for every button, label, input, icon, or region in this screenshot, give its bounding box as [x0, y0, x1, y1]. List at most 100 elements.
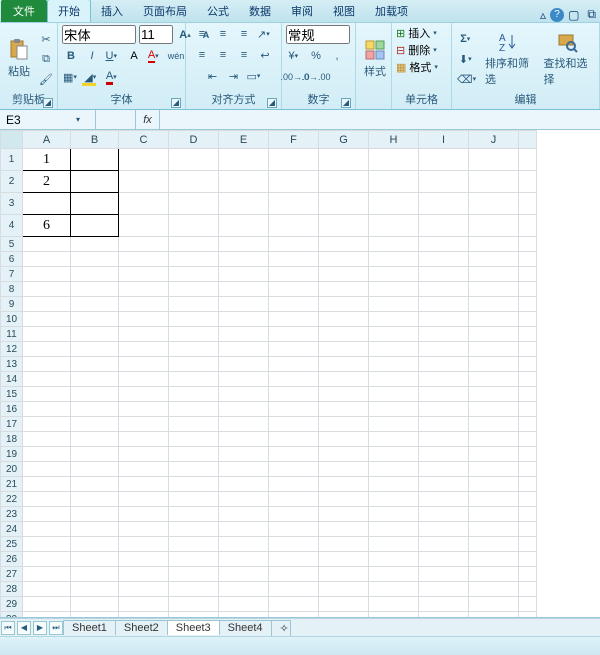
cell-D8[interactable] — [169, 282, 219, 297]
cell-D13[interactable] — [169, 357, 219, 372]
sheet-nav-next[interactable]: ▶ — [33, 621, 47, 635]
cell-A22[interactable] — [23, 492, 71, 507]
cell-J21[interactable] — [469, 477, 519, 492]
col-header-G[interactable]: G — [319, 131, 369, 149]
cell-F3[interactable] — [269, 193, 319, 215]
cell-G3[interactable] — [319, 193, 369, 215]
sheet-nav-first[interactable]: ⏮ — [1, 621, 15, 635]
cell-D11[interactable] — [169, 327, 219, 342]
cell-G1[interactable] — [319, 149, 369, 171]
cell-E22[interactable] — [219, 492, 269, 507]
cell-G13[interactable] — [319, 357, 369, 372]
bold-button[interactable]: B — [62, 47, 80, 65]
cell-J22[interactable] — [469, 492, 519, 507]
cell-I3[interactable] — [419, 193, 469, 215]
col-header-I[interactable]: I — [419, 131, 469, 149]
cell-A13[interactable] — [23, 357, 71, 372]
col-header-D[interactable]: D — [169, 131, 219, 149]
cell-G2[interactable] — [319, 171, 369, 193]
row-header-22[interactable]: 22 — [1, 492, 23, 507]
cell-J18[interactable] — [469, 432, 519, 447]
cell-F5[interactable] — [269, 237, 319, 252]
cell-C28[interactable] — [119, 582, 169, 597]
row-header-13[interactable]: 13 — [1, 357, 23, 372]
cell-H12[interactable] — [369, 342, 419, 357]
cell-C14[interactable] — [119, 372, 169, 387]
row-header-3[interactable]: 3 — [1, 193, 23, 215]
cell-J19[interactable] — [469, 447, 519, 462]
cell-H15[interactable] — [369, 387, 419, 402]
cell-I4[interactable] — [419, 215, 469, 237]
tab-home[interactable]: 开始 — [47, 0, 91, 22]
cell-E16[interactable] — [219, 402, 269, 417]
cell-A20[interactable] — [23, 462, 71, 477]
cell-D19[interactable] — [169, 447, 219, 462]
fill-color-button[interactable]: ◢▾ — [83, 68, 101, 86]
cell-D6[interactable] — [169, 252, 219, 267]
cell-F24[interactable] — [269, 522, 319, 537]
cell-A14[interactable] — [23, 372, 71, 387]
cell-I27[interactable] — [419, 567, 469, 582]
cell-G17[interactable] — [319, 417, 369, 432]
name-box-input[interactable] — [0, 113, 70, 127]
cell-D2[interactable] — [169, 171, 219, 193]
cell-D3[interactable] — [169, 193, 219, 215]
cell-D27[interactable] — [169, 567, 219, 582]
cell-E25[interactable] — [219, 537, 269, 552]
cell-B12[interactable] — [71, 342, 119, 357]
cell-J16[interactable] — [469, 402, 519, 417]
row-header-21[interactable]: 21 — [1, 477, 23, 492]
cell-B6[interactable] — [71, 252, 119, 267]
cell-F29[interactable] — [269, 597, 319, 612]
tab-formulas[interactable]: 公式 — [197, 0, 239, 22]
cell-G8[interactable] — [319, 282, 369, 297]
cell-B22[interactable] — [71, 492, 119, 507]
cell-J30[interactable] — [469, 612, 519, 619]
cell-A23[interactable] — [23, 507, 71, 522]
cell-E11[interactable] — [219, 327, 269, 342]
cell-C7[interactable] — [119, 267, 169, 282]
cell-F4[interactable] — [269, 215, 319, 237]
col-header-F[interactable]: F — [269, 131, 319, 149]
cell-C1[interactable] — [119, 149, 169, 171]
cell-F25[interactable] — [269, 537, 319, 552]
cell-D10[interactable] — [169, 312, 219, 327]
fx-icon[interactable]: fx — [136, 110, 160, 129]
cell-H18[interactable] — [369, 432, 419, 447]
cell-G7[interactable] — [319, 267, 369, 282]
cell-F22[interactable] — [269, 492, 319, 507]
cell-D26[interactable] — [169, 552, 219, 567]
worksheet-grid[interactable]: ABCDEFGHIJ112234656789101112131415161718… — [0, 130, 600, 618]
tab-data[interactable]: 数据 — [239, 0, 281, 22]
cell-F8[interactable] — [269, 282, 319, 297]
cell-I12[interactable] — [419, 342, 469, 357]
cell-G21[interactable] — [319, 477, 369, 492]
cell-E18[interactable] — [219, 432, 269, 447]
cell-J2[interactable] — [469, 171, 519, 193]
cell-I20[interactable] — [419, 462, 469, 477]
cell-A10[interactable] — [23, 312, 71, 327]
row-header-28[interactable]: 28 — [1, 582, 23, 597]
cell-E30[interactable] — [219, 612, 269, 619]
cell-D4[interactable] — [169, 215, 219, 237]
cell-J15[interactable] — [469, 387, 519, 402]
cell-G19[interactable] — [319, 447, 369, 462]
cell-E1[interactable] — [219, 149, 269, 171]
cell-E17[interactable] — [219, 417, 269, 432]
cell-I19[interactable] — [419, 447, 469, 462]
cell-C30[interactable] — [119, 612, 169, 619]
styles-button[interactable]: 样式 — [360, 37, 390, 81]
orientation-button[interactable]: ↗▾ — [256, 25, 274, 43]
cell-D7[interactable] — [169, 267, 219, 282]
cell-H9[interactable] — [369, 297, 419, 312]
fill-button[interactable]: ⬇▾ — [456, 50, 478, 68]
cell-J29[interactable] — [469, 597, 519, 612]
cell-C20[interactable] — [119, 462, 169, 477]
cell-D21[interactable] — [169, 477, 219, 492]
cell-H14[interactable] — [369, 372, 419, 387]
cell-B24[interactable] — [71, 522, 119, 537]
cell-F21[interactable] — [269, 477, 319, 492]
cell-F23[interactable] — [269, 507, 319, 522]
cell-D12[interactable] — [169, 342, 219, 357]
row-header-30[interactable]: 30 — [1, 612, 23, 619]
